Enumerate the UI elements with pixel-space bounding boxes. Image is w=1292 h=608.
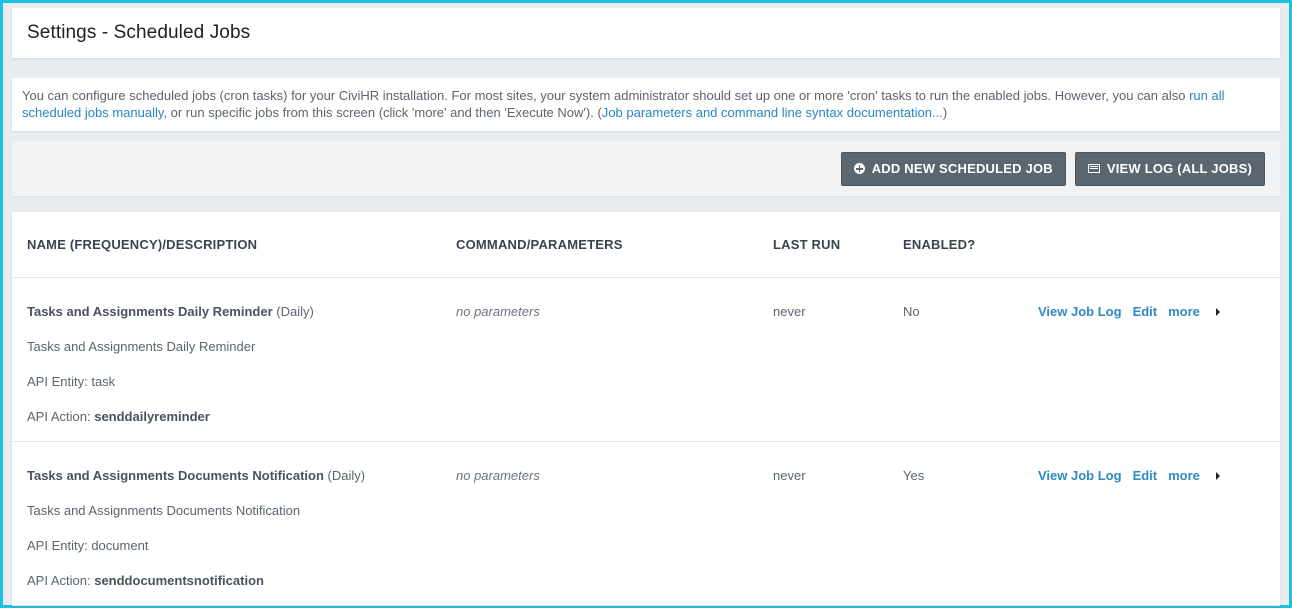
caret-right-icon [1215,471,1220,480]
header-command: COMMAND/PARAMETERS [456,237,623,252]
log-button-label: VIEW LOG (ALL JOBS) [1106,161,1252,176]
job-name: Tasks and Assignments Documents Notifica… [27,468,324,483]
row-actions: View Job Log Edit more [1038,303,1280,320]
job-description: Tasks and Assignments Daily Reminder [27,339,256,354]
table-header: NAME (FREQUENCY)/DESCRIPTION COMMAND/PAR… [12,212,1280,278]
view-job-log-link[interactable]: View Job Log [1038,467,1122,484]
intro-text-3: ) [942,105,948,120]
job-name-line: Tasks and Assignments Documents Notifica… [27,467,456,484]
job-enabled: Yes [903,468,925,483]
list-icon [1087,164,1100,173]
intro-help-text: You can configure scheduled jobs (cron t… [12,78,1280,131]
job-last-run: never [773,304,806,319]
page-header: Settings - Scheduled Jobs [12,8,1280,58]
more-menu[interactable]: more [1168,467,1220,484]
caret-right-icon [1215,307,1220,316]
job-entity: API Entity: task [27,374,116,389]
job-last-run: never [773,468,806,483]
add-button-label: ADD NEW SCHEDULED JOB [871,161,1053,176]
job-action: API Action: senddocumentsnotification [27,573,264,588]
plus-circle-icon [853,163,865,174]
table-row: Tasks and Assignments Documents Notifica… [12,442,1280,606]
more-menu[interactable]: more [1168,303,1220,320]
job-description: Tasks and Assignments Documents Notifica… [27,503,301,518]
view-log-all-jobs-button[interactable]: VIEW LOG (ALL JOBS) [1074,151,1265,186]
job-action: API Action: senddailyreminder [27,409,210,424]
jobs-table: NAME (FREQUENCY)/DESCRIPTION COMMAND/PAR… [12,212,1280,606]
documentation-link[interactable]: Job parameters and command line syntax d… [602,105,943,120]
header-enabled: ENABLED? [903,237,976,252]
job-name: Tasks and Assignments Daily Reminder [27,304,273,319]
actions-bar: ADD NEW SCHEDULED JOB VIEW LOG (ALL JOBS… [12,141,1280,196]
job-frequency: (Daily) [276,304,314,319]
job-name-line: Tasks and Assignments Daily Reminder (Da… [27,303,456,320]
intro-text-1: You can configure scheduled jobs (cron t… [22,88,1190,103]
intro-text-2: , or run specific jobs from this screen … [163,105,602,120]
job-params: no parameters [456,304,540,319]
row-actions: View Job Log Edit more [1038,467,1280,484]
page-title: Settings - Scheduled Jobs [27,22,251,43]
edit-link[interactable]: Edit [1133,467,1158,484]
header-last-run: LAST RUN [773,237,841,252]
edit-link[interactable]: Edit [1133,303,1158,320]
job-enabled: No [903,304,920,319]
add-new-scheduled-job-button[interactable]: ADD NEW SCHEDULED JOB [840,151,1066,186]
table-row: Tasks and Assignments Daily Reminder (Da… [12,278,1280,442]
job-entity: API Entity: document [27,538,149,553]
job-params: no parameters [456,468,540,483]
view-job-log-link[interactable]: View Job Log [1038,303,1122,320]
header-name: NAME (FREQUENCY)/DESCRIPTION [27,237,258,252]
job-frequency: (Daily) [327,468,366,483]
